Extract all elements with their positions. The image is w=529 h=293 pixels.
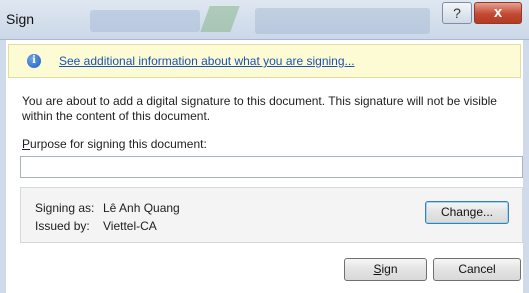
window-title: Sign [6, 11, 35, 27]
background-window-blur [255, 8, 430, 34]
title-bar[interactable]: Sign ? x [0, 0, 529, 40]
help-icon: ? [453, 5, 461, 21]
purpose-label-text: urpose for signing this document: [30, 137, 207, 151]
signing-as-value: Lê Anh Quang [103, 201, 180, 215]
signing-as-label: Signing as: [35, 201, 95, 215]
issued-by-label: Issued by: [35, 219, 90, 233]
close-button[interactable]: x [474, 2, 522, 24]
info-icon: i [27, 54, 41, 68]
sign-button-accesskey: S [373, 262, 382, 276]
close-icon: x [493, 4, 503, 21]
change-button[interactable]: Change... [425, 201, 509, 224]
sign-button-label: ign [381, 262, 398, 276]
background-window-blur [90, 10, 200, 32]
help-button[interactable]: ? [442, 2, 472, 24]
purpose-label-accesskey: P [22, 137, 31, 151]
sign-button[interactable]: Sign [344, 258, 427, 281]
issued-by-value: Viettel-CA [103, 219, 157, 233]
signature-description: You are about to add a digital signature… [22, 94, 497, 123]
purpose-input[interactable] [20, 156, 523, 178]
additional-info-link[interactable]: See additional information about what yo… [59, 54, 355, 68]
purpose-label: Purpose for signing this document: [22, 137, 207, 151]
cancel-button[interactable]: Cancel [433, 258, 521, 281]
window-frame-right [523, 40, 529, 293]
background-window-blur [200, 6, 240, 32]
window-frame-left [0, 40, 6, 293]
info-bar: i See additional information about what … [8, 44, 521, 78]
